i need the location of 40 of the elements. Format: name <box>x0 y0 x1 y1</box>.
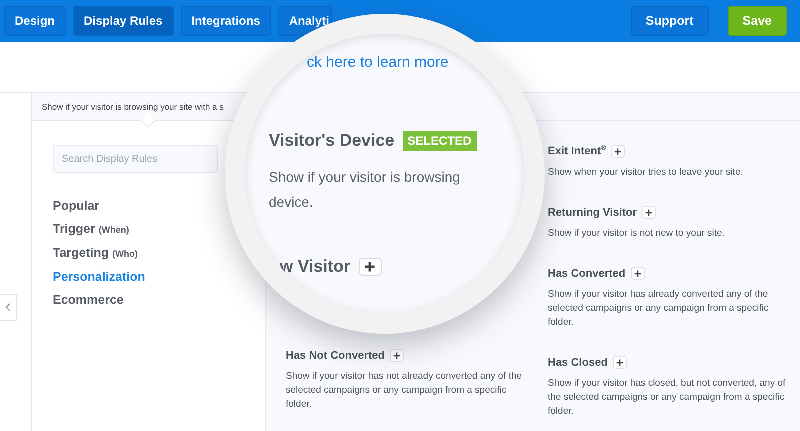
category-link[interactable]: Targeting (Who) <box>53 244 138 263</box>
add-rule-button[interactable] <box>630 267 645 280</box>
hint-text: Show if your visitor is browsing your site with a s <box>42 102 224 112</box>
add-rule-button[interactable] <box>611 145 626 158</box>
collapse-button[interactable] <box>0 294 17 320</box>
plus-icon <box>364 261 376 273</box>
rule-title: Exit Intent$^{®}$ <box>548 145 606 158</box>
rule-title: Has Not Converted <box>286 350 386 362</box>
rule-description: Show when your visitor tries to leave your site. <box>548 166 744 180</box>
rule-title: Has Converted <box>548 268 626 280</box>
add-rule-button[interactable] <box>390 349 404 362</box>
rule-title: Returning Visitor <box>548 206 638 218</box>
search-field[interactable]: Search Display Rules <box>53 145 218 173</box>
chevron-left-icon <box>5 302 11 312</box>
plus-icon <box>645 208 654 216</box>
nav-tab[interactable]: Design <box>4 6 66 36</box>
category-link[interactable]: Ecommerce <box>53 291 124 309</box>
category-link[interactable]: Trigger (When) <box>53 220 130 239</box>
rule-description: Show if your visitor has closed, but not converted, any of the selected campaigns or any campaign from a specific folder. <box>548 377 786 419</box>
rule-description: Show if your visitor has not already converted any of the selected campaigns or any campaign from a specific folder. <box>286 370 524 412</box>
add-rule-button[interactable] <box>358 258 382 276</box>
plus-icon <box>616 358 624 366</box>
nav-tab[interactable]: Display Rules <box>73 6 174 36</box>
category-link[interactable]: Personalization <box>53 268 146 286</box>
rule-title: Visitor's Device <box>269 131 395 151</box>
plus-icon <box>634 270 642 278</box>
rule-description: Show if your visitor is browsing device. <box>269 168 462 212</box>
learn-more-link[interactable]: ck here to learn more <box>307 54 525 71</box>
plus-icon <box>393 352 402 360</box>
rule-title: Has Closed <box>548 356 608 368</box>
support-button[interactable]: Support <box>630 6 709 36</box>
rule-description: Show if your visitor is not new to your site. <box>548 227 726 241</box>
rule-description: Show if your visitor has already converted any of the selected campaigns or any campaign from a specific folder. <box>548 288 770 330</box>
save-button[interactable]: Save <box>728 6 787 36</box>
add-rule-button[interactable] <box>612 356 627 369</box>
selected-badge: SELECTED <box>402 131 477 151</box>
category-link[interactable]: Popular <box>53 197 100 215</box>
nav-tab[interactable]: Integrations <box>180 6 272 36</box>
plus-icon <box>614 148 622 156</box>
add-rule-button[interactable] <box>642 206 656 219</box>
